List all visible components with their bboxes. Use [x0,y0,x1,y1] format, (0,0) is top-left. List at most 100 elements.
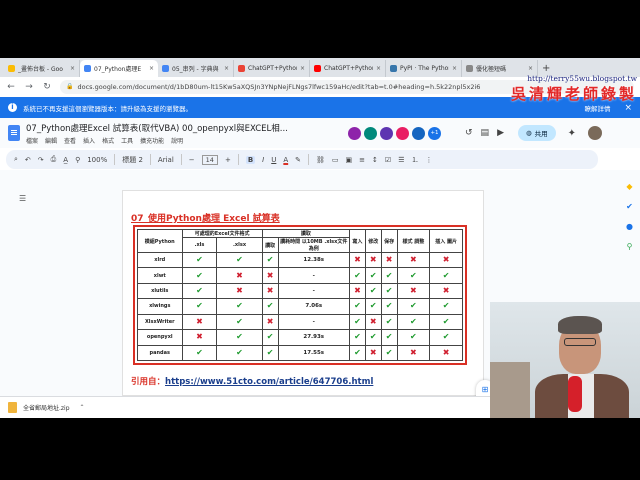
tab-label: 07_Python處理E [94,66,142,73]
menu-file[interactable]: 檔案 [26,136,38,145]
tab-close-icon[interactable]: × [528,65,533,72]
avatar[interactable] [380,126,393,140]
menu-edit[interactable]: 編輯 [45,136,57,145]
tab-close-icon[interactable]: × [300,65,305,72]
zoom-select[interactable]: 100% [87,156,107,164]
tab-close-icon[interactable]: × [149,65,154,72]
lock-icon[interactable]: 🔒 [66,83,73,90]
maps-icon[interactable]: ⚲ [627,242,633,251]
link-icon[interactable]: ⛓ [316,156,325,164]
browser-tab[interactable]: ChatGPT+Python × [310,60,386,77]
italic-icon[interactable]: I [262,156,264,164]
underline-icon[interactable]: U [271,156,276,164]
avatar[interactable] [364,126,377,140]
checklist-icon[interactable]: ☑ [385,156,391,164]
table-cell: ✔ [261,344,279,362]
menu-tools[interactable]: 工具 [121,136,133,145]
undo-icon[interactable]: ↶ [25,156,31,164]
tab-label: 05_串列 - 字典與 [172,66,219,73]
align-icon[interactable]: ≡ [359,156,365,164]
table-row: openpyxl ✖ ✔ ✔ 27.93s ✔ ✔ ✔ ✔ ✔ [137,329,463,346]
menu-insert[interactable]: 插入 [83,136,95,145]
collaborator-count[interactable]: +1 [428,126,441,140]
top-letterbox [0,0,640,58]
document-page[interactable]: 07_使用Python處理 Excel 試算表 模組Python 可處理的Exc… [122,190,484,396]
bold-icon[interactable]: B [245,155,256,164]
avatar[interactable] [348,126,361,140]
header-excel-formats: 可處理的Excel文件格式 [181,229,263,238]
forward-icon[interactable]: → [24,82,34,92]
tasks-icon[interactable]: ✔ [626,202,633,211]
cross-icon: ✖ [236,270,243,280]
check-icon: ✔ [354,270,361,280]
browser-tab[interactable]: 05_串列 - 字典與 × [158,60,234,77]
redo-icon[interactable]: ↷ [38,156,44,164]
style-select[interactable]: 標題 2 [122,155,143,165]
tab-close-icon[interactable]: × [224,65,229,72]
tab-close-icon[interactable]: × [376,65,381,72]
table-cell: ✖ [429,251,463,269]
chevron-up-icon[interactable]: ⌃ [80,404,85,411]
browser-tab[interactable]: ChatGPT+Python × [234,60,310,77]
add-comment-icon[interactable]: ⊞ [482,385,489,394]
check-icon: ✔ [410,301,417,311]
account-avatar[interactable] [588,126,603,140]
search-icon[interactable]: ⌕ [14,155,18,164]
table-cell: ✖ [216,282,263,300]
source-link[interactable]: https://www.51cto.com/article/647706.htm… [165,377,373,387]
close-icon[interactable]: × [624,103,632,113]
document-title[interactable]: 07_Python處理Excel 試算表(取代VBA) 00_openpyxl與… [26,122,296,134]
highlight-icon[interactable]: ✎ [295,156,301,164]
bullet-list-icon[interactable]: ☰ [398,156,404,164]
text-color-icon[interactable]: A [283,156,288,164]
menu-view[interactable]: 查看 [64,136,76,145]
back-icon[interactable]: ← [6,82,16,92]
more-icon[interactable]: ⋮ [425,156,432,164]
download-filename[interactable]: 全省郵局地址.zip [23,403,70,412]
browser-tab[interactable]: _畫佈台板 - Goo × [4,60,80,77]
comment-icon[interactable]: ▤ [481,128,490,138]
check-icon: ✔ [442,316,450,326]
check-icon: ✔ [369,301,377,311]
line-spacing-icon[interactable]: ↕ [372,156,378,164]
decrease-size-icon[interactable]: − [189,156,195,164]
cross-icon: ✖ [385,255,393,265]
avatar[interactable] [396,126,409,140]
avatar[interactable] [412,126,425,140]
learn-more-link[interactable]: 瞭解詳情 [584,103,610,113]
numbered-list-icon[interactable]: ⒈ [411,155,418,165]
menu-help[interactable]: 說明 [171,136,183,145]
menu-format[interactable]: 格式 [102,136,114,145]
print-icon[interactable]: ⎙ [51,155,57,164]
table-row: pandas ✔ ✔ ✔ 17.55s ✔ ✖ ✔ ✖ ✖ [137,344,463,362]
paint-format-icon[interactable]: ⚲ [75,156,80,164]
spellcheck-icon[interactable]: A̲ [63,156,68,164]
gemini-icon[interactable]: ✦ [568,128,576,139]
font-size-input[interactable]: 14 [201,154,218,165]
browser-tab[interactable]: 07_Python處理E × [80,60,158,77]
divider [149,154,151,165]
browser-tab[interactable]: PyPI · The Python × [386,60,462,77]
module-name: XlsxWriter [137,313,183,331]
table-cell: ✖ [181,329,218,346]
table-cell: ✔ [349,298,366,315]
reload-icon[interactable]: ↻ [42,82,52,92]
contacts-icon[interactable]: ● [626,222,633,231]
docs-logo-icon[interactable] [8,125,20,141]
outline-icon[interactable]: ☰ [19,194,26,203]
insert-image-icon[interactable]: ▣ [346,156,353,164]
menu-extensions[interactable]: 擴充功能 [140,136,164,145]
keep-icon[interactable]: ◆ [626,182,632,191]
video-call-icon[interactable]: ▶ [497,128,504,138]
tab-close-icon[interactable]: × [452,65,457,72]
share-button[interactable]: ◍ 共用 [517,125,556,141]
tab-close-icon[interactable]: × [70,65,75,72]
divider [114,154,116,165]
table-cell: ✔ [396,298,431,315]
header-read-time: 讀耗時間 以10MB .xlsx文件為例 [277,237,350,253]
font-select[interactable]: Arial [158,156,174,164]
history-icon[interactable]: ↺ [465,128,473,138]
insert-comment-icon[interactable]: ▭ [332,156,339,164]
table-cell: ✖ [261,313,279,331]
increase-size-icon[interactable]: + [225,156,231,164]
